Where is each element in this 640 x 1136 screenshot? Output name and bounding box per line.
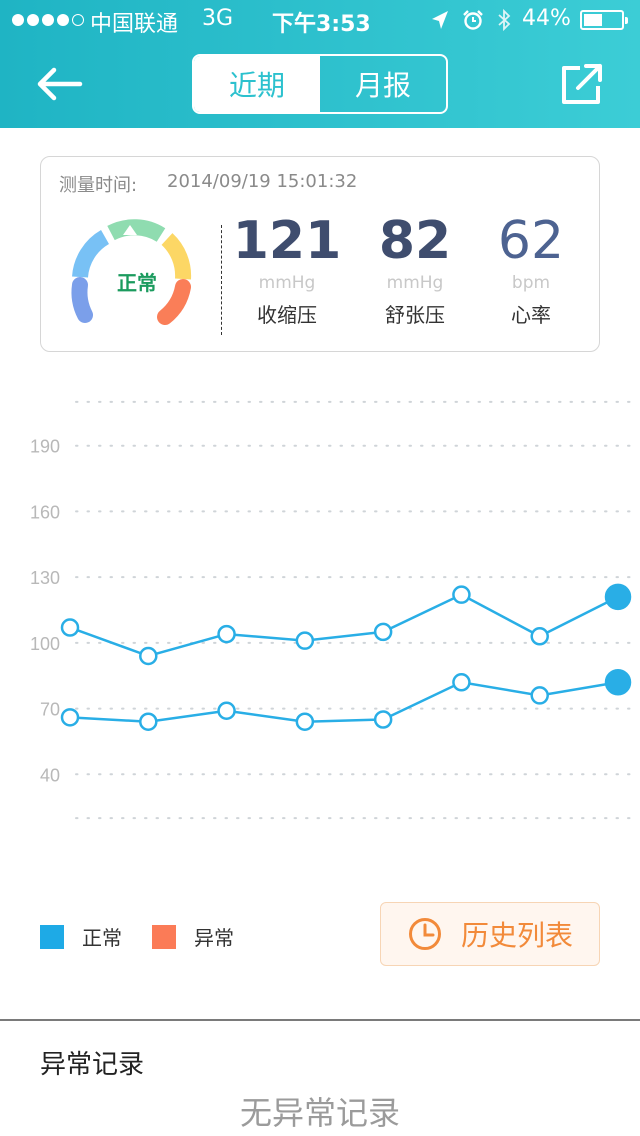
data-point: [60, 618, 80, 637]
heart-rate-unit: bpm: [511, 273, 551, 293]
status-text: 正常: [117, 271, 157, 295]
heart-rate-metric: 62 bpm 心率: [471, 211, 591, 328]
series-line: [69, 593, 619, 658]
y-tick-label: 130: [30, 568, 60, 588]
y-tick-label: 40: [40, 765, 60, 785]
location-arrow-icon: [432, 11, 448, 29]
blood-pressure-chart[interactable]: 40 70 100 130 160 190: [0, 380, 640, 840]
back-arrow-icon: [37, 67, 83, 101]
data-point: [452, 673, 471, 692]
data-point: [373, 710, 393, 729]
systolic-value: 121: [232, 211, 342, 271]
status-bar: 中国联通 3G 下午3:53 44%: [0, 0, 640, 40]
data-point: [530, 686, 549, 705]
carrier-name: 中国联通: [90, 12, 179, 37]
history-list-button[interactable]: 历史列表: [380, 902, 600, 966]
data-point: [139, 712, 158, 731]
data-point: [604, 583, 632, 611]
data-point: [295, 631, 315, 650]
top-bar: 中国联通 3G 下午3:53 44% 近期 月报: [0, 0, 640, 128]
battery-percent: 44%: [522, 6, 571, 31]
battery-icon: [580, 10, 628, 30]
status-icons: [430, 8, 512, 32]
period-tabs: 近期 月报: [192, 54, 448, 114]
network-type: 3G: [202, 6, 234, 31]
legend-normal: 正常: [40, 922, 122, 951]
abnormal-records-title: 异常记录: [40, 1050, 145, 1080]
diastolic-metric: 82 mmHg 舒张压: [355, 211, 475, 328]
data-point: [295, 712, 315, 731]
legend-abnormal-swatch: [152, 924, 176, 949]
history-list-label: 历史列表: [460, 919, 573, 952]
abnormal-records-empty: 无异常记录: [239, 1094, 400, 1132]
y-tick-label: 160: [30, 502, 60, 522]
blood-pressure-chart-svg: 40 70 100 130 160 190: [30, 400, 633, 820]
y-tick-label: 100: [30, 634, 60, 654]
legend-normal-swatch: [40, 924, 64, 949]
heart-rate-label: 心率: [511, 303, 551, 327]
signal-strength-icon: [12, 14, 84, 26]
diastolic-unit: mmHg: [386, 273, 444, 293]
data-point: [373, 622, 393, 642]
alarm-icon: [463, 10, 483, 30]
data-point: [530, 627, 549, 646]
share-icon: [562, 64, 602, 104]
legend-abnormal-label: 异常: [194, 926, 234, 950]
data-point: [60, 708, 80, 727]
section-divider: [0, 1019, 640, 1021]
measure-time-label: 测量时间:: [59, 175, 138, 196]
latest-measurement-card[interactable]: 测量时间: 2014/09/19 15:01:32 正常 121 mmHg 收缩…: [40, 156, 600, 352]
measure-time-value: 2014/09/19 15:01:32: [167, 171, 358, 192]
systolic-metric: 121 mmHg 收缩压: [227, 211, 347, 328]
systolic-unit: mmHg: [258, 273, 316, 293]
bluetooth-icon: [498, 8, 511, 32]
diastolic-value: 82: [378, 211, 452, 271]
card-divider: [221, 225, 222, 335]
y-tick-label: 190: [30, 437, 60, 457]
data-point: [217, 701, 236, 721]
status-time: 下午3:53: [272, 12, 371, 37]
heart-rate-value: 62: [497, 211, 565, 271]
clock-icon: [408, 918, 441, 950]
data-point: [217, 624, 236, 644]
tab-recent[interactable]: 近期: [194, 56, 320, 112]
status-gauge: 正常: [65, 215, 195, 335]
y-tick-label: 70: [40, 700, 60, 720]
data-point: [604, 669, 632, 696]
data-point: [452, 585, 471, 604]
share-button[interactable]: [558, 62, 606, 106]
legend-normal-label: 正常: [82, 926, 122, 950]
systolic-label: 收缩压: [257, 303, 317, 327]
data-point: [139, 646, 158, 666]
tab-monthly[interactable]: 月报: [320, 56, 446, 112]
legend-abnormal: 异常: [152, 922, 234, 951]
diastolic-label: 舒张压: [385, 303, 445, 327]
back-button[interactable]: [30, 60, 86, 108]
